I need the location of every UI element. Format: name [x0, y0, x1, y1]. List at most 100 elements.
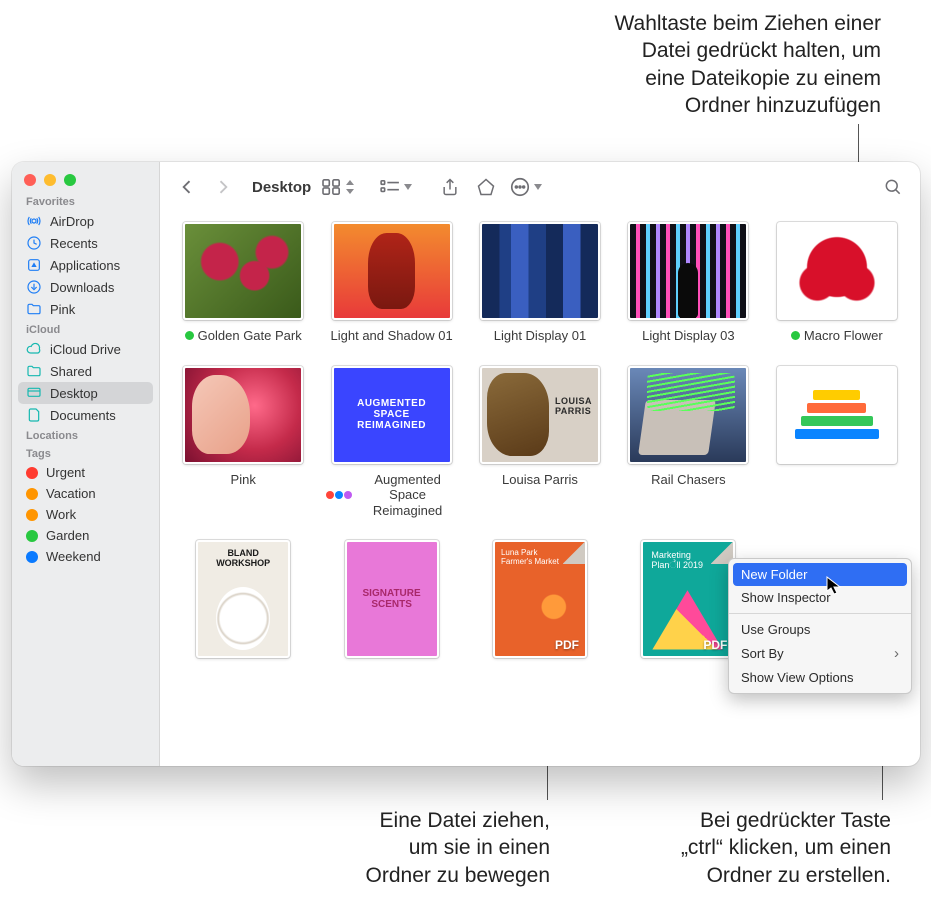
file-label: Light Display 01	[494, 328, 587, 344]
cursor-icon	[826, 576, 842, 596]
back-button[interactable]	[174, 175, 200, 199]
finder-window: Favorites AirDrop Recents Applications Downl…	[12, 162, 920, 766]
context-menu-item-show-view-options[interactable]: Show View Options	[729, 666, 911, 689]
close-button[interactable]	[24, 174, 36, 186]
tag-dot-icon	[26, 488, 38, 500]
context-menu-separator	[729, 613, 911, 614]
window-title: Desktop	[252, 179, 311, 196]
sidebar-item-documents[interactable]: Documents	[12, 404, 159, 426]
file-item[interactable]: SIGNATURE SCENTS	[326, 540, 456, 666]
sidebar-item-icloud-drive[interactable]: iCloud Drive	[12, 338, 159, 360]
sidebar-header: iCloud	[12, 320, 159, 338]
group-menu[interactable]	[379, 179, 413, 195]
sidebar-item-label: iCloud Drive	[50, 342, 149, 357]
tags-button[interactable]	[473, 175, 499, 199]
context-menu-item-sort-by[interactable]: Sort By ›	[729, 641, 911, 666]
sidebar-item-weekend[interactable]: Weekend	[12, 546, 159, 567]
search-button[interactable]	[880, 175, 906, 199]
context-menu-item-use-groups[interactable]: Use Groups	[729, 618, 911, 641]
sidebar-item-urgent[interactable]: Urgent	[12, 462, 159, 483]
context-menu-item-new-folder[interactable]: New Folder	[733, 563, 907, 586]
share-button[interactable]	[437, 175, 463, 199]
tag-dot-icon	[791, 331, 800, 340]
file-label: Macro Flower	[791, 328, 883, 344]
file-label: Light Display 03	[642, 328, 735, 344]
tag-dot-icon	[26, 467, 38, 479]
sidebar-item-work[interactable]: Work	[12, 504, 159, 525]
minimize-button[interactable]	[44, 174, 56, 186]
file-thumbnail	[183, 366, 303, 464]
sidebar-item-shared[interactable]: Shared	[12, 360, 159, 382]
sidebar-item-label: AirDrop	[50, 214, 149, 229]
context-menu-label: Sort By	[741, 646, 784, 661]
file-label: Rail Chasers	[651, 472, 725, 488]
file-thumbnail	[480, 366, 600, 464]
download-icon	[26, 279, 42, 295]
sidebar-item-garden[interactable]: Garden	[12, 525, 159, 546]
context-menu-label: Use Groups	[741, 622, 810, 637]
file-thumbnail	[628, 222, 748, 320]
sidebar-item-label: Shared	[50, 364, 149, 379]
forward-button[interactable]	[210, 175, 236, 199]
file-item[interactable]: Golden Gate Park	[178, 222, 308, 344]
context-menu-item-show-inspector[interactable]: Show Inspector	[729, 586, 911, 609]
callout-bottom-right: Bei gedrückter Taste „ctrl“ klicken, um …	[571, 807, 891, 889]
tag-dot-icon	[26, 509, 38, 521]
sidebar-item-label: Applications	[50, 258, 149, 273]
view-switcher[interactable]	[321, 178, 355, 196]
shared-icon	[26, 363, 42, 379]
sidebar-header: Favorites	[12, 192, 159, 210]
file-thumbnail: AUGMENTED SPACE REIMAGINED	[332, 366, 452, 464]
sidebar-header: Locations	[12, 426, 159, 444]
tag-dot-icon	[26, 530, 38, 542]
sidebar-item-label: Urgent	[46, 465, 149, 480]
file-item[interactable]: AUGMENTED SPACE REIMAGINED Augmented Spac…	[326, 366, 456, 519]
file-item[interactable]: Light Display 03	[623, 222, 753, 344]
sidebar: Favorites AirDrop Recents Applications Downl…	[12, 162, 160, 766]
sidebar-item-label: Weekend	[46, 549, 149, 564]
file-thumbnail	[183, 222, 303, 320]
file-item[interactable]: Louisa Parris	[475, 366, 605, 519]
sidebar-item-vacation[interactable]: Vacation	[12, 483, 159, 504]
sidebar-item-airdrop[interactable]: AirDrop	[12, 210, 159, 232]
file-label: Louisa Parris	[502, 472, 578, 488]
sidebar-item-downloads[interactable]: Downloads	[12, 276, 159, 298]
file-thumbnail	[777, 366, 897, 464]
file-thumbnail: SIGNATURE SCENTS	[345, 540, 439, 658]
sidebar-item-recents[interactable]: Recents	[12, 232, 159, 254]
file-item[interactable]: Pink	[178, 366, 308, 519]
file-item[interactable]	[178, 540, 308, 666]
sidebar-item-label: Garden	[46, 528, 149, 543]
file-item[interactable]: Macro Flower	[772, 222, 902, 344]
airdrop-icon	[26, 213, 42, 229]
tag-dot-icon	[26, 551, 38, 563]
folder-icon	[26, 301, 42, 317]
file-label: Augmented Space Reimagined	[326, 472, 456, 519]
file-item[interactable]: Rail Chasers	[623, 366, 753, 519]
more-menu[interactable]	[509, 176, 543, 198]
file-thumbnail	[777, 222, 897, 320]
file-thumbnail	[196, 540, 290, 658]
context-menu: New Folder Show Inspector Use Groups Sort B…	[728, 558, 912, 694]
file-item[interactable]: Luna Park Farmer's Market	[475, 540, 605, 666]
file-thumbnail	[641, 540, 735, 658]
desktop-icon	[26, 385, 42, 401]
file-item[interactable]: Light Display 01	[475, 222, 605, 344]
window-controls	[12, 162, 159, 192]
sidebar-item-label: Downloads	[50, 280, 149, 295]
file-thumbnail: Luna Park Farmer's Market	[493, 540, 587, 658]
context-menu-label: New Folder	[741, 567, 807, 582]
sidebar-item-label: Desktop	[50, 386, 143, 401]
sidebar-item-label: Documents	[50, 408, 149, 423]
sidebar-item-applications[interactable]: Applications	[12, 254, 159, 276]
cloud-icon	[26, 341, 42, 357]
zoom-button[interactable]	[64, 174, 76, 186]
file-item[interactable]	[772, 366, 902, 519]
sidebar-item-desktop[interactable]: Desktop	[18, 382, 153, 404]
sidebar-item-pink[interactable]: Pink	[12, 298, 159, 320]
sidebar-item-label: Recents	[50, 236, 149, 251]
context-menu-label: Show Inspector	[741, 590, 831, 605]
chevron-right-icon: ›	[894, 645, 899, 662]
file-label: Golden Gate Park	[185, 328, 302, 344]
file-item[interactable]: Light and Shadow 01	[326, 222, 456, 344]
